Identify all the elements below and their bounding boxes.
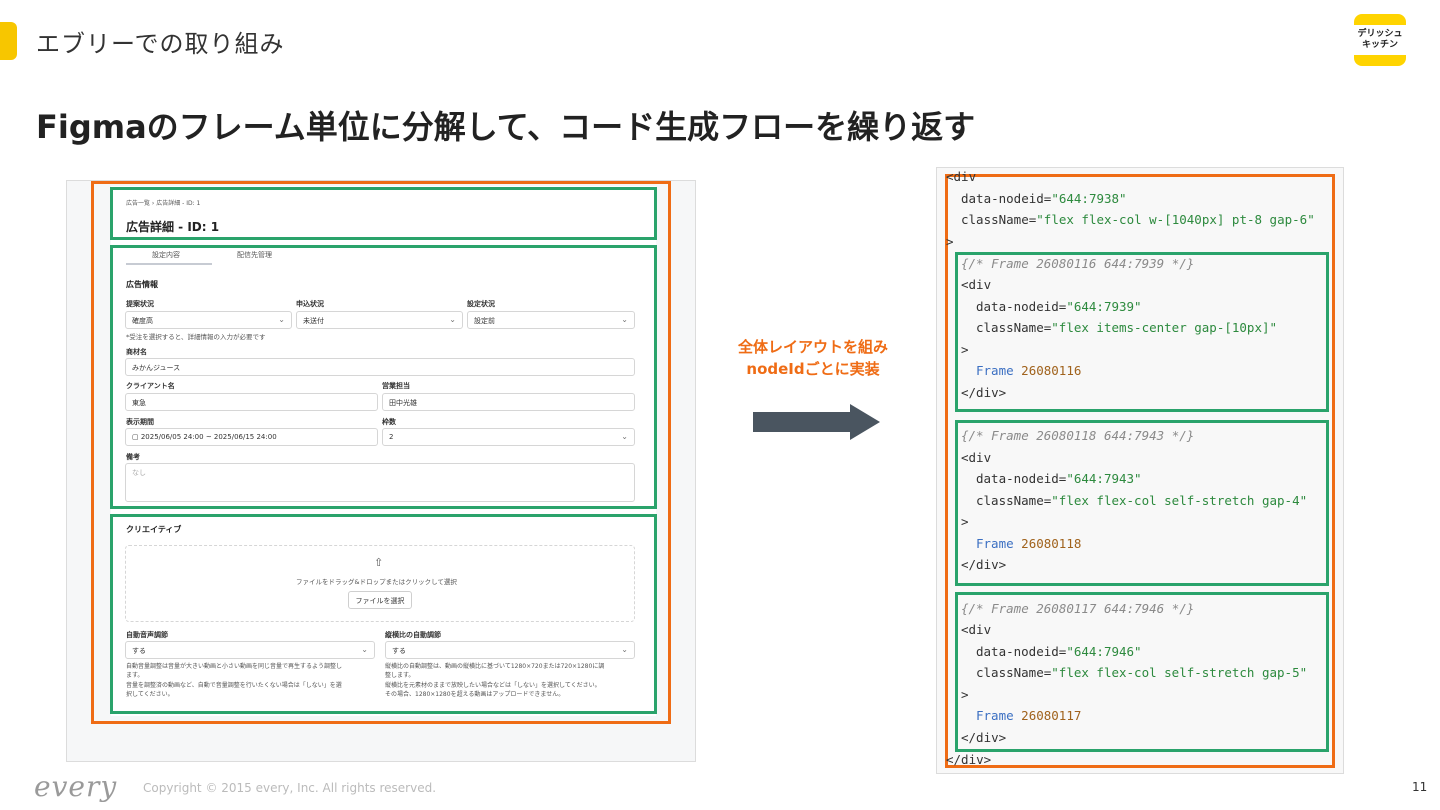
code-block-3-open: <div [961,622,992,637]
middle-annotation: 全体レイアウトを組み nodeIdごとに実装 [720,336,906,380]
code-block-2-close: </div> [961,557,1007,572]
application-status-select[interactable]: 未送付 ⌄ [296,311,463,329]
code-root-open: <div [946,169,977,184]
code-block-3-close: </div> [961,730,1007,745]
logo-line2: キッチン [1361,40,1398,50]
code-block-2-class: className="flex flex-col self-stretch ga… [976,493,1308,508]
code-block-3-comment: {/* Frame 26080117 644:7946 */} [961,601,1195,616]
code-root-nodeid: data-nodeid="644:7938" [961,191,1127,206]
upload-icon: ⇧ [374,556,384,569]
code-block-2-open: <div [961,450,992,465]
code-root-gt: > [946,234,954,249]
arrow-head [850,404,880,440]
code-block-1-comment: {/* Frame 26080116 644:7939 */} [961,256,1195,271]
product-name-label: 商材名 [126,348,147,356]
middle-annotation-line1: 全体レイアウトを組み [737,338,888,356]
chevron-down-icon: ⌄ [449,315,456,324]
code-block-3-class: className="flex flex-col self-stretch ga… [976,665,1308,680]
auto-volume-desc-1: 自動音量調整は音量が大きい動画と小さい動画を同じ音量で再生するよう調整し [126,663,343,670]
auto-volume-label: 自動音声調節 [126,631,168,639]
setting-status-label: 設定状況 [467,300,495,308]
sales-rep-label: 営業担当 [382,382,410,390]
code-block-2-frame-text: Frame 26080118 [976,536,1082,551]
slots-label: 枠数 [382,418,396,426]
proposal-status-label: 提案状況 [126,300,154,308]
page-number: 11 [1412,780,1428,794]
copyright: Copyright © 2015 every, Inc. All rights … [143,781,437,795]
client-name-input[interactable]: 東急 [125,393,378,411]
code-block-3-nodeid: data-nodeid="644:7946" [976,644,1142,659]
application-status-label: 申込状況 [296,300,324,308]
auto-volume-desc-4: 択してください。 [126,691,174,698]
code-root-class: className="flex flex-col w-[1040px] pt-8… [961,212,1315,227]
code-block-1-nodeid: data-nodeid="644:7939" [976,299,1142,314]
notes-label: 備考 [126,453,140,461]
auto-volume-select[interactable]: する ⌄ [125,641,375,659]
auto-volume-desc-2: ます。 [126,672,144,679]
sales-rep-input[interactable]: 田中光雄 [382,393,635,411]
slots-select[interactable]: 2 ⌄ [382,428,635,446]
select-file-button[interactable]: ファイルを選択 [348,591,412,609]
setting-status-select[interactable]: 設定前 ⌄ [467,311,635,329]
chevron-down-icon: ⌄ [278,315,285,324]
code-block-2-gt: > [961,514,969,529]
display-period-input[interactable]: ▢ 2025/06/05 24:00 ~ 2025/06/15 24:00 [125,428,378,446]
code-block-3-gt: > [961,687,969,702]
mock-page-title: 広告詳細 - ID: 1 [126,220,220,234]
chevron-down-icon: ⌄ [621,315,628,324]
logo-line1: デリッシュ [1357,29,1403,39]
aspect-select[interactable]: する ⌄ [385,641,635,659]
code-block-1-gt: > [961,342,969,357]
aspect-desc-3: 縦横比を元素材のままで放映したい場合などは「しない」を選択してください。 [385,682,601,689]
code-block-1-class: className="flex items-center gap-[10px]" [976,320,1278,335]
aspect-desc-2: 整します。 [385,672,415,679]
code-block-1-open: <div [961,277,992,292]
client-name-label: クライアント名 [126,382,175,390]
every-logo: every [34,770,118,803]
code-block-1-close: </div> [961,385,1007,400]
slide-title: Figmaのフレーム単位に分解して、コード生成フローを繰り返す [36,108,976,146]
code-block-2-nodeid: data-nodeid="644:7943" [976,471,1142,486]
arrow-right-icon [753,412,853,432]
calendar-icon: ▢ [132,433,141,441]
aspect-label: 縦横比の自動調節 [385,631,441,639]
product-name-input[interactable]: みかんジュース [125,358,635,376]
chevron-down-icon: ⌄ [621,432,628,441]
aspect-desc-1: 縦横比の自動調整は、動画の縦横比に基づいて1280×720または720×1280… [385,663,605,670]
proposal-status-select[interactable]: 確度高 ⌄ [125,311,292,329]
code-block-3-frame-text: Frame 26080117 [976,708,1082,723]
hint-text: *受注を選択すると、詳細情報の入力が必要です [126,333,266,341]
tab-settings[interactable]: 設定内容 [152,250,180,260]
section-label: エブリーでの取り組み [36,30,285,58]
delish-kitchen-logo: デリッシュ キッチン [1354,14,1406,66]
display-period-label: 表示期間 [126,418,154,426]
middle-annotation-line2: nodeIdごとに実装 [746,360,880,378]
aspect-desc-4: その場合、1280×1280を超える動画はアップロードできません。 [385,691,565,698]
chevron-down-icon: ⌄ [621,645,628,654]
breadcrumb[interactable]: 広告一覧 › 広告詳細 - ID: 1 [126,198,200,207]
ad-info-heading: 広告情報 [126,280,158,289]
creative-heading: クリエイティブ [126,525,182,534]
drop-text: ファイルをドラッグ&ドロップまたはクリックして選択 [296,578,457,586]
code-block-1-frame-text: Frame 26080116 [976,363,1082,378]
auto-volume-desc-3: 音量を調整済の動画など、自動で音量調整を行いたくない場合は「しない」を選 [126,682,342,689]
notes-textarea[interactable]: なし [125,463,635,502]
chevron-down-icon: ⌄ [361,645,368,654]
code-block-2-comment: {/* Frame 26080118 644:7943 */} [961,428,1195,443]
tab-delivery[interactable]: 配信先管理 [237,250,272,260]
active-tab-indicator [126,263,212,265]
accent-bar [0,22,17,60]
code-root-close: </div> [946,752,992,767]
